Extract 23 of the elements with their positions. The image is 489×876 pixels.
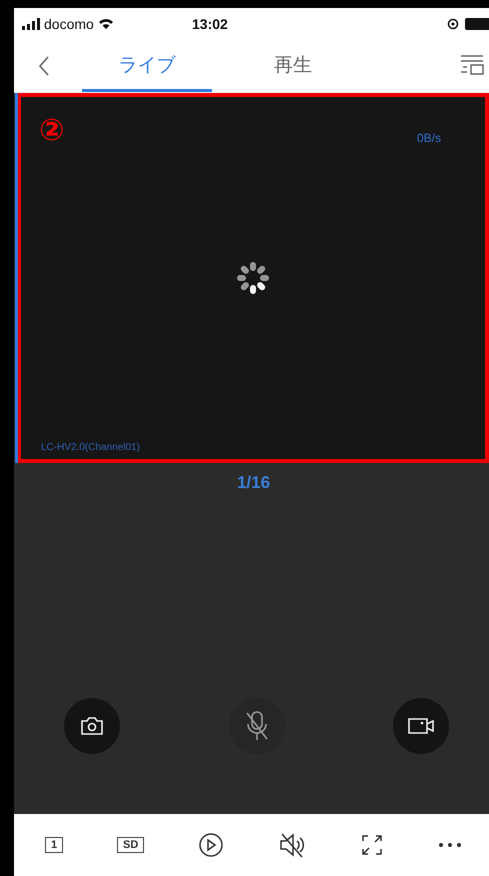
split-screen-icon: 1 — [44, 837, 64, 853]
tab[interactable]: 再生 — [228, 40, 358, 92]
video-camera-icon — [407, 716, 435, 736]
page-indicator: 1/16 — [236, 473, 270, 493]
quality-button[interactable]: SD — [109, 829, 152, 861]
back-icon — [38, 55, 50, 77]
clock-time: 13:02 — [192, 16, 229, 32]
camera-icon — [80, 716, 104, 736]
wifi-icon — [98, 18, 114, 30]
annotation-number: ② — [39, 113, 64, 148]
play-icon — [198, 832, 224, 858]
channel-label: LC-HV2.0(Channel01) — [41, 442, 140, 453]
carrier-name: docomo — [44, 16, 94, 32]
device-list-icon — [459, 54, 485, 76]
fullscreen-icon — [360, 833, 384, 857]
more-icon — [438, 842, 462, 848]
video-view[interactable]: ② 0B/s LC-HV2.0(Channel01) — [18, 93, 489, 463]
sd-icon: SD — [117, 837, 144, 853]
bitrate-label: 0B/s — [416, 131, 441, 145]
layout-button[interactable]: 1 — [36, 829, 72, 861]
orientation-lock-icon — [447, 18, 459, 30]
battery-icon — [465, 18, 489, 30]
signal-icon — [22, 18, 40, 30]
